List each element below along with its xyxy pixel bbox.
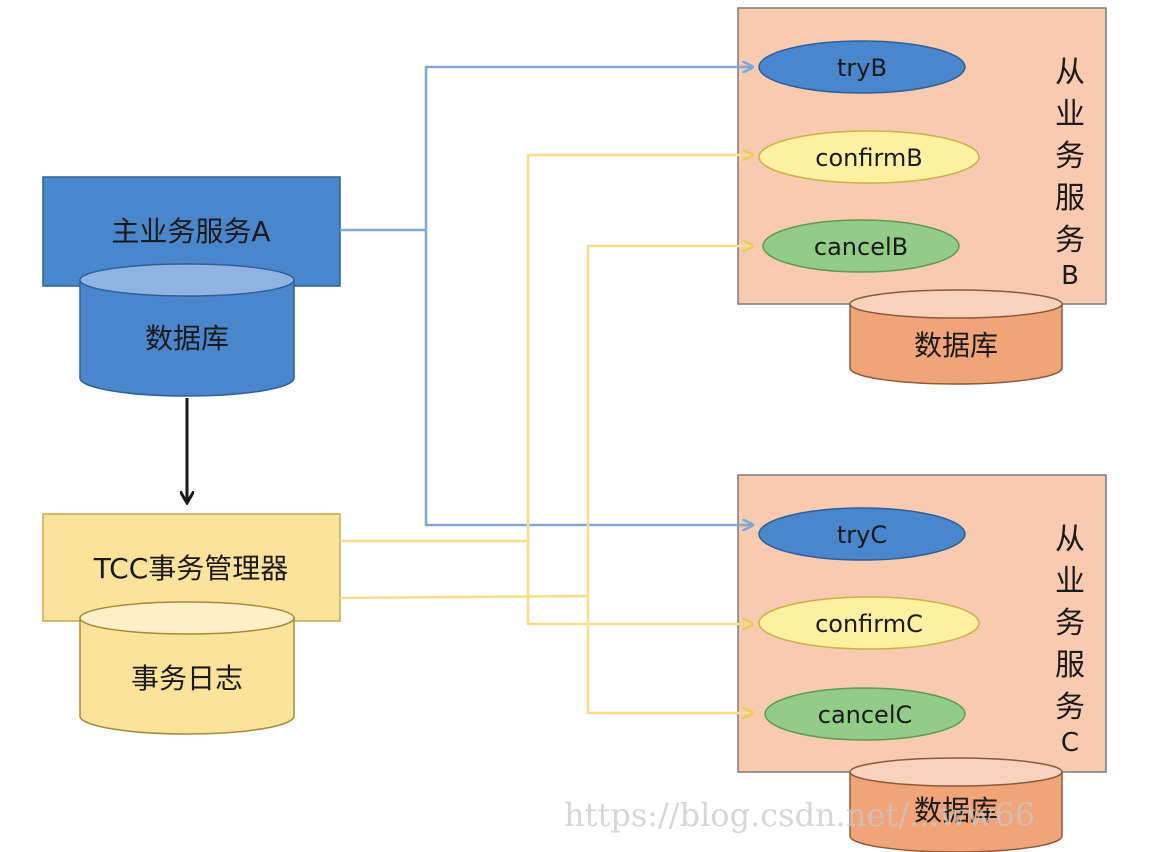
service-c-title-char: 从 (1055, 522, 1085, 557)
cancel-b-node: cancelB (762, 219, 960, 273)
tcc-to-cancel-b-connector (586, 246, 752, 596)
try-connectors (340, 67, 752, 525)
service-b-title-char: 务 (1055, 223, 1085, 258)
a-to-try-b-connector (424, 67, 752, 230)
service-b-title-char: 务 (1055, 139, 1085, 174)
service-b-db-label: 数据库 (914, 329, 998, 362)
service-b-title-char: 从 (1055, 55, 1085, 90)
tcc-log-label: 事务日志 (131, 662, 243, 695)
confirm-c-node: confirmC (758, 596, 980, 650)
tcc-architecture-diagram: 从 业 务 服 务 B tryB confirmB cancelB 数据库 从 (42, 7, 1107, 852)
main-service-label: 主业务服务A (111, 215, 270, 248)
tcc-cancel-trunk (339, 594, 589, 600)
main-service-database: 数据库 (79, 263, 295, 397)
confirm-c-label: confirmC (815, 610, 923, 638)
main-db-label: 数据库 (145, 322, 229, 355)
service-b-database: 数据库 (849, 289, 1063, 385)
service-c-title-char: C (1061, 728, 1079, 758)
tcc-to-confirm-b-connector (526, 155, 752, 541)
service-c-title-char: 服 (1055, 648, 1085, 683)
tcc-log-database: 事务日志 (79, 601, 295, 735)
service-c-panel: 从 业 务 服 务 C tryC confirmC cancelC (737, 474, 1107, 773)
cancel-b-label: cancelB (814, 233, 908, 261)
try-c-label: tryC (837, 521, 887, 549)
tcc-connectors (339, 155, 752, 713)
try-b-node: tryB (758, 40, 966, 94)
tcc-to-cancel-c-connector (586, 596, 752, 713)
service-b-title-char: B (1061, 261, 1079, 291)
service-c-title-char: 业 (1055, 564, 1085, 599)
confirm-b-label: confirmB (815, 144, 923, 172)
service-c-title-char: 务 (1055, 690, 1085, 725)
service-c-title-char: 务 (1055, 606, 1085, 641)
confirm-b-node: confirmB (758, 130, 980, 184)
tcc-to-confirm-c-connector (526, 541, 752, 624)
service-b-panel: 从 业 务 服 务 B tryB confirmB cancelB (737, 7, 1107, 305)
service-b-title-char: 服 (1055, 181, 1085, 216)
service-b-title-char: 业 (1055, 97, 1085, 132)
watermark-text: https://blog.csdn.net/...ww66 (564, 796, 1035, 834)
try-b-label: tryB (837, 54, 887, 82)
cancel-c-node: cancelC (764, 687, 966, 741)
cancel-c-label: cancelC (818, 701, 913, 729)
try-c-node: tryC (758, 507, 966, 561)
tcc-manager-label: TCC事务管理器 (93, 552, 289, 585)
